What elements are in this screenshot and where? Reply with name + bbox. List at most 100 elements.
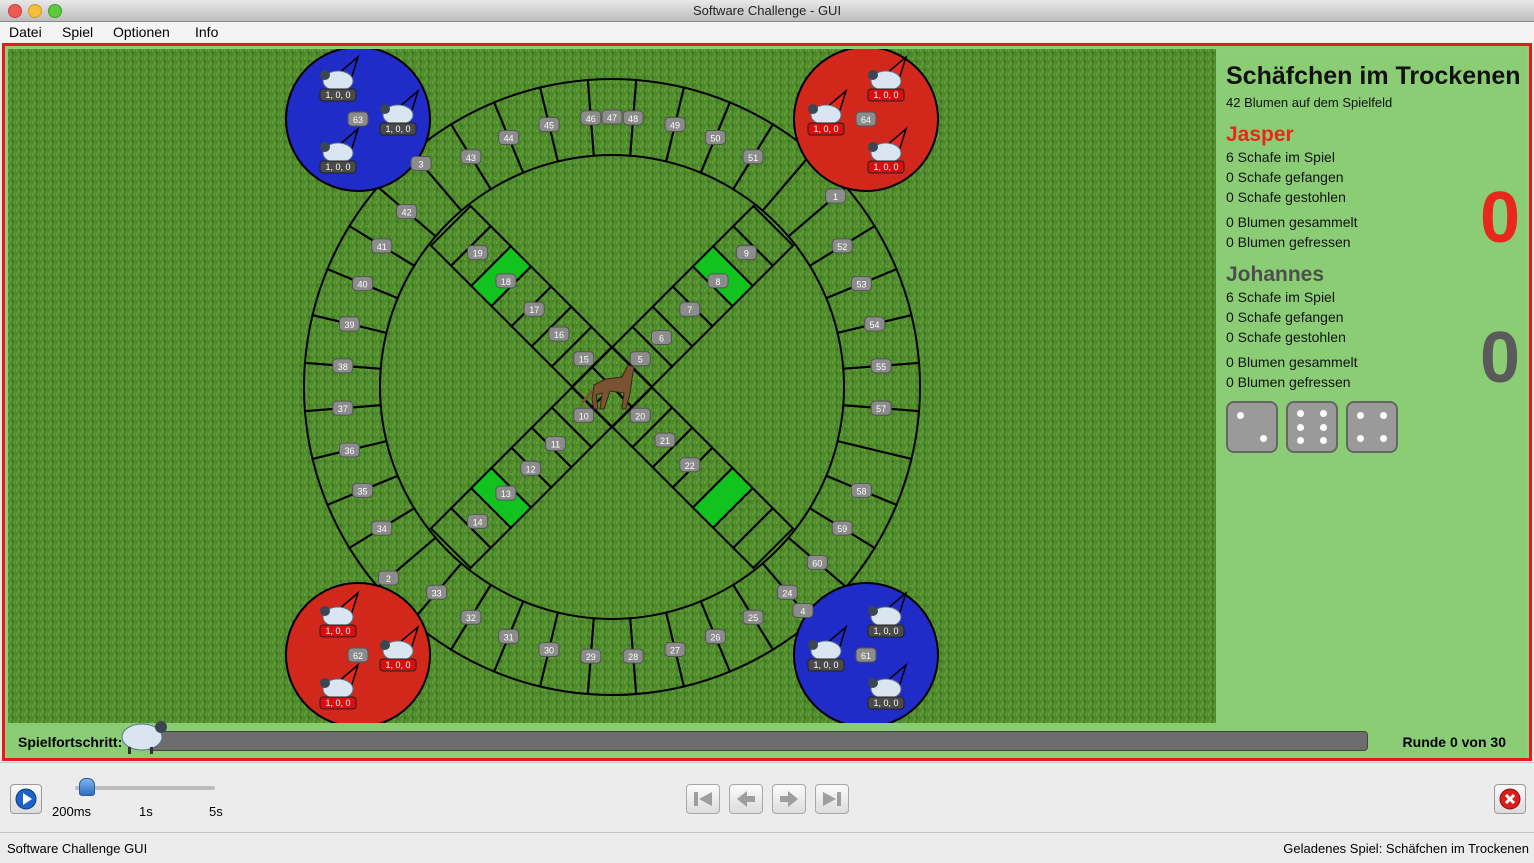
sheep-icon [121,721,167,754]
svg-text:35: 35 [358,486,368,496]
field-number: 46 [580,110,602,126]
field-number: 49 [664,116,686,132]
field-number: 58 [850,482,872,498]
home-field-label: 62 [347,647,369,663]
field-number: 5 [629,351,651,367]
field-number: 27 [664,642,686,658]
field-number: 33 [426,584,448,600]
svg-text:29: 29 [586,652,596,662]
svg-text:24: 24 [782,588,792,598]
field-number: 52 [831,238,853,254]
svg-text:57: 57 [876,404,886,414]
field-number: 26 [704,628,726,644]
svg-text:8: 8 [716,277,721,287]
field-number: 13 [495,485,517,501]
player2-stat: 6 Schafe im Spiel [1226,289,1335,305]
svg-text:47: 47 [607,113,617,123]
svg-text:7: 7 [687,305,692,315]
field-number: 7 [679,301,701,317]
field-number: 55 [870,358,892,374]
skip-start-icon [694,792,712,806]
last-turn-button[interactable] [815,784,849,814]
svg-text:36: 36 [344,446,354,456]
svg-text:26: 26 [710,632,720,642]
field-number: 20 [629,407,651,423]
field-number: 48 [622,110,644,126]
svg-text:42: 42 [402,208,412,218]
window-titlebar: Software Challenge - GUI [0,0,1534,22]
svg-text:1, 0, 0: 1, 0, 0 [873,626,898,636]
field-number: 3 [410,155,432,171]
game-title: Schäfchen im Trockenen [1226,62,1521,90]
speed-tick: 200ms [52,804,92,819]
previous-turn-button[interactable] [729,784,763,814]
speed-slider-thumb[interactable] [79,778,95,796]
home-field-label: 64 [855,111,877,127]
field-number: 32 [460,609,482,625]
svg-text:1, 0, 0: 1, 0, 0 [385,660,410,670]
svg-text:40: 40 [358,280,368,290]
menu-info[interactable]: Info [195,24,218,40]
field-number: 6 [650,330,672,346]
field-number: 11 [544,436,566,452]
svg-text:1, 0, 0: 1, 0, 0 [813,660,838,670]
menu-spiel[interactable]: Spiel [62,24,93,40]
svg-text:21: 21 [660,436,670,446]
field-number: 43 [460,149,482,165]
svg-text:32: 32 [466,613,476,623]
status-right: Geladenes Spiel: Schäfchen im Trockenen [1283,841,1529,856]
svg-text:1, 0, 0: 1, 0, 0 [325,626,350,636]
field-number: 21 [654,432,676,448]
field-number: 42 [396,204,418,220]
play-button[interactable] [10,784,42,814]
status-left: Software Challenge GUI [7,841,148,856]
next-turn-button[interactable] [772,784,806,814]
window-title: Software Challenge - GUI [692,3,842,18]
progress-area: Spielfortschritt: Runde 0 von 30 [8,721,1526,758]
field-number: 54 [864,316,886,332]
field-number: 47 [601,109,623,125]
svg-text:4: 4 [800,607,805,617]
arrow-right-icon [780,791,798,807]
close-window-icon[interactable] [8,4,22,18]
svg-text:5: 5 [638,355,643,365]
speed-slider-track[interactable] [75,786,215,790]
menu-datei[interactable]: Datei [9,24,42,40]
field-number: 24 [776,584,798,600]
die [1346,401,1398,453]
svg-text:64: 64 [861,115,871,125]
svg-text:1, 0, 0: 1, 0, 0 [813,124,838,134]
svg-text:1, 0, 0: 1, 0, 0 [325,698,350,708]
field-number: 8 [707,273,729,289]
svg-text:52: 52 [837,242,847,252]
svg-text:55: 55 [876,362,886,372]
svg-text:22: 22 [685,461,695,471]
svg-text:2: 2 [386,574,391,584]
svg-text:27: 27 [670,646,680,656]
svg-text:19: 19 [473,249,483,259]
status-bar: Software Challenge GUI Geladenes Spiel: … [0,832,1534,863]
field-number: 25 [742,609,764,625]
svg-text:20: 20 [635,411,645,421]
game-board[interactable]: 6 3 1, 0, 0 1, 0, 0 1, 0, 0 64 1, 0, 0 1, 0, 0 1… [8,49,1216,723]
player1-score: 0 [1479,178,1520,258]
svg-text:1, 0, 0: 1, 0, 0 [325,162,350,172]
die [1226,401,1278,453]
first-turn-button[interactable] [686,784,720,814]
sidebar-panel: Schäfchen im Trockenen 42 Blumen auf dem… [1216,49,1526,723]
game-frame: 6 3 1, 0, 0 1, 0, 0 1, 0, 0 64 1, 0, 0 1, 0, 0 1… [2,43,1532,761]
menu-optionen[interactable]: Optionen [113,24,170,40]
field-number: 41 [371,238,393,254]
zoom-window-icon[interactable] [48,4,62,18]
svg-text:13: 13 [501,489,511,499]
player1-stat: 6 Schafe im Spiel [1226,149,1335,165]
player1-stat: 0 Schafe gefangen [1226,169,1344,185]
speed-tick: 5s [209,804,223,819]
svg-text:43: 43 [466,153,476,163]
minimize-window-icon[interactable] [28,4,42,18]
die-pip [1319,436,1327,444]
player2-stat: 0 Blumen gesammelt [1226,354,1358,370]
field-number: 38 [332,358,354,374]
skip-end-icon [823,792,841,806]
cancel-game-button[interactable] [1494,784,1526,814]
